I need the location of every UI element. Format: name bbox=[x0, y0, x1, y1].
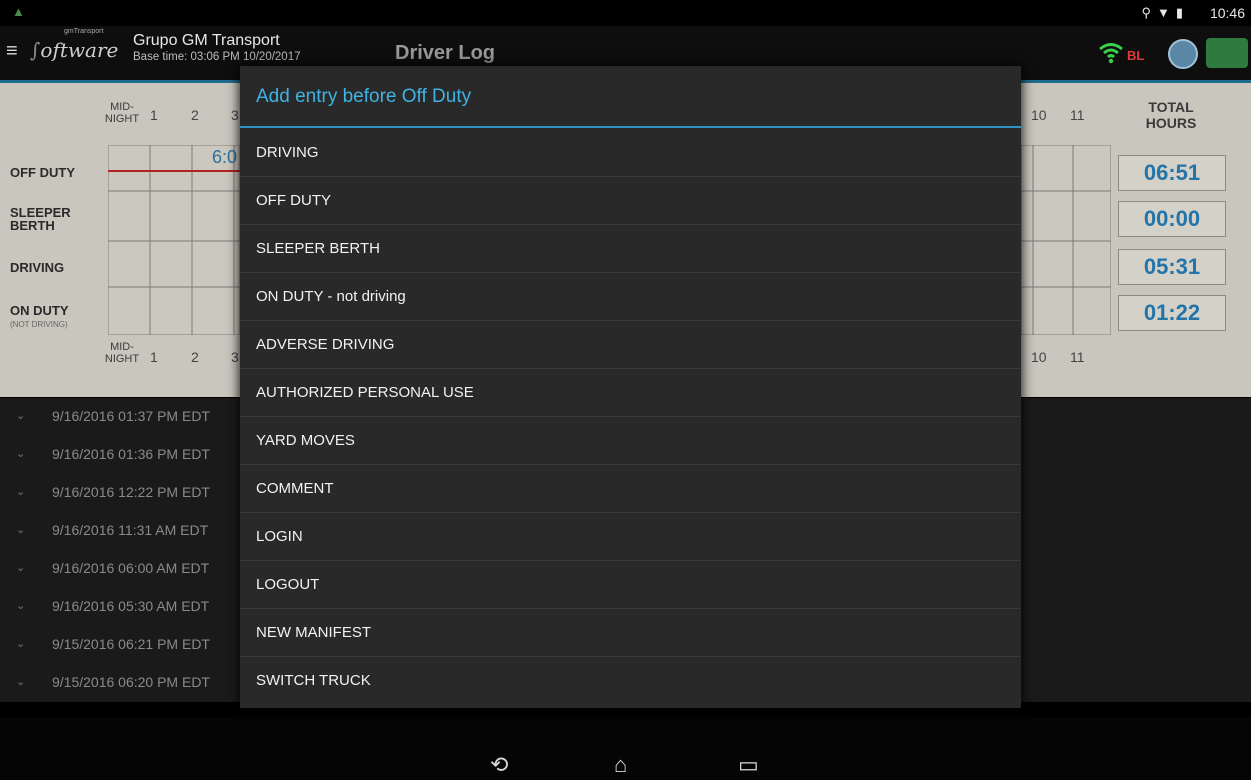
status-bar: ▲ ⚲▼▮ 10:46 bbox=[0, 0, 1251, 26]
header-status-area: BL bbox=[1090, 30, 1251, 76]
logo-s-icon: ∫ bbox=[30, 38, 41, 62]
hour-label: 10 bbox=[1031, 349, 1047, 365]
row-label-off-duty: OFF DUTY bbox=[10, 165, 75, 180]
logo-text: oftware bbox=[40, 38, 119, 62]
log-entry-time: 9/16/2016 01:36 PM EDT bbox=[52, 446, 210, 462]
chevron-down-icon: ⌄ bbox=[16, 448, 26, 460]
recent-apps-icon[interactable]: ▭ bbox=[738, 752, 759, 778]
log-grid-right[interactable] bbox=[1021, 145, 1111, 335]
truck-icon[interactable] bbox=[1206, 38, 1248, 68]
menu-item-label: LOGOUT bbox=[256, 576, 320, 593]
row-label-driving: DRIVING bbox=[10, 260, 65, 275]
log-entry-time: 9/15/2016 06:20 PM EDT bbox=[52, 674, 210, 690]
hour-label: 11 bbox=[1070, 107, 1085, 123]
row-label-on-duty: ON DUTY bbox=[10, 303, 69, 318]
hour-label: 1 bbox=[150, 349, 158, 365]
chevron-down-icon: ⌄ bbox=[16, 562, 26, 574]
menu-item-on-duty-not-driving[interactable]: ON DUTY - not driving bbox=[240, 273, 1021, 321]
dialog-title: Add entry before Off Duty bbox=[256, 86, 472, 107]
log-entry-time: 9/15/2016 06:21 PM EDT bbox=[52, 636, 210, 652]
hour-label: 3 bbox=[231, 349, 239, 365]
chevron-down-icon: ⌄ bbox=[16, 638, 26, 650]
menu-item-label: SWITCH TRUCK bbox=[256, 672, 371, 689]
company-name: Grupo GM Transport bbox=[133, 32, 280, 49]
menu-item-yard-moves[interactable]: YARD MOVES bbox=[240, 417, 1021, 465]
menu-icon[interactable]: ≡ bbox=[6, 40, 18, 63]
total-driving: 05:31 bbox=[1118, 249, 1226, 285]
status-icons: ⚲▼▮ bbox=[1141, 5, 1189, 21]
hour-label: 3 bbox=[231, 107, 239, 123]
hour-label: 1 bbox=[150, 107, 158, 123]
menu-item-sleeper-berth[interactable]: SLEEPER BERTH bbox=[240, 225, 1021, 273]
menu-item-label: OFF DUTY bbox=[256, 192, 331, 209]
menu-item-label: COMMENT bbox=[256, 480, 334, 497]
menu-item-new-manifest[interactable]: NEW MANIFEST bbox=[240, 609, 1021, 657]
menu-item-label: ADVERSE DRIVING bbox=[256, 336, 395, 353]
chevron-down-icon: ⌄ bbox=[16, 486, 26, 498]
speedometer-icon[interactable] bbox=[1168, 39, 1198, 69]
chevron-down-icon: ⌄ bbox=[16, 676, 26, 688]
hour-label: 11 bbox=[1070, 349, 1085, 365]
bluetooth-label[interactable]: BL bbox=[1127, 48, 1144, 63]
wifi-icon: ▼ bbox=[1156, 5, 1176, 20]
total-sleeper-berth: 00:00 bbox=[1118, 201, 1226, 237]
log-grid-left[interactable] bbox=[108, 145, 240, 335]
hour-label: 2 bbox=[191, 107, 199, 123]
battery-icon: ▮ bbox=[1175, 5, 1189, 20]
menu-item-driving[interactable]: DRIVING bbox=[240, 129, 1021, 177]
log-entry-time: 9/16/2016 05:30 AM EDT bbox=[52, 598, 210, 614]
hour-label: 10 bbox=[1031, 107, 1047, 123]
menu-item-label: SLEEPER BERTH bbox=[256, 240, 380, 257]
log-entry-time: 9/16/2016 11:31 AM EDT bbox=[52, 522, 209, 538]
total-hours-header: TOTAL HOURS bbox=[1145, 99, 1197, 131]
log-entry-time: 9/16/2016 06:00 AM EDT bbox=[52, 560, 210, 576]
partial-time-label: 6:0 bbox=[212, 147, 238, 167]
midnight-label-top: MID- NIGHT bbox=[104, 101, 140, 125]
page-title: Driver Log bbox=[395, 42, 496, 64]
dialog-title-divider bbox=[240, 126, 1021, 128]
menu-item-login[interactable]: LOGIN bbox=[240, 513, 1021, 561]
status-time: 10:46 bbox=[1209, 5, 1245, 21]
total-off-duty: 06:51 bbox=[1118, 155, 1226, 191]
menu-item-adverse-driving[interactable]: ADVERSE DRIVING bbox=[240, 321, 1021, 369]
back-icon[interactable]: ⟲ bbox=[490, 752, 508, 778]
menu-item-label: YARD MOVES bbox=[256, 432, 355, 449]
total-on-duty: 01:22 bbox=[1118, 295, 1226, 331]
midnight-label-bottom: MID- NIGHT bbox=[104, 341, 140, 365]
android-notification-icon: ▲ bbox=[12, 4, 25, 19]
logo-small-text: gmTransport bbox=[64, 28, 104, 35]
menu-item-label: AUTHORIZED PERSONAL USE bbox=[256, 384, 474, 401]
hour-label: 2 bbox=[191, 349, 199, 365]
add-entry-dialog: Add entry before Off Duty DRIVING OFF DU… bbox=[240, 66, 1021, 708]
chevron-down-icon: ⌄ bbox=[16, 524, 26, 536]
wifi-signal-icon[interactable] bbox=[1098, 40, 1124, 64]
menu-item-switch-truck[interactable]: SWITCH TRUCK bbox=[240, 657, 1021, 704]
menu-item-comment[interactable]: COMMENT bbox=[240, 465, 1021, 513]
base-time: Base time: 03:06 PM 10/20/2017 bbox=[133, 51, 301, 63]
menu-item-authorized-personal-use[interactable]: AUTHORIZED PERSONAL USE bbox=[240, 369, 1021, 417]
chevron-down-icon: ⌄ bbox=[16, 410, 26, 422]
home-icon[interactable]: ⌂ bbox=[614, 752, 627, 778]
app-logo: ∫oftware bbox=[30, 38, 118, 62]
menu-item-label: ON DUTY - not driving bbox=[256, 288, 406, 305]
log-entry-time: 9/16/2016 01:37 PM EDT bbox=[52, 408, 210, 424]
menu-item-label: NEW MANIFEST bbox=[256, 624, 371, 641]
row-label-sleeper-berth: SLEEPER BERTH bbox=[10, 205, 71, 233]
menu-item-off-duty[interactable]: OFF DUTY bbox=[240, 177, 1021, 225]
location-icon: ⚲ bbox=[1141, 5, 1157, 20]
row-sublabel-not-driving: (NOT DRIVING) bbox=[10, 320, 68, 329]
chevron-down-icon: ⌄ bbox=[16, 600, 26, 612]
menu-item-logout[interactable]: LOGOUT bbox=[240, 561, 1021, 609]
menu-item-label: DRIVING bbox=[256, 144, 319, 161]
log-entry-time: 9/16/2016 12:22 PM EDT bbox=[52, 484, 210, 500]
menu-item-label: LOGIN bbox=[256, 528, 303, 545]
